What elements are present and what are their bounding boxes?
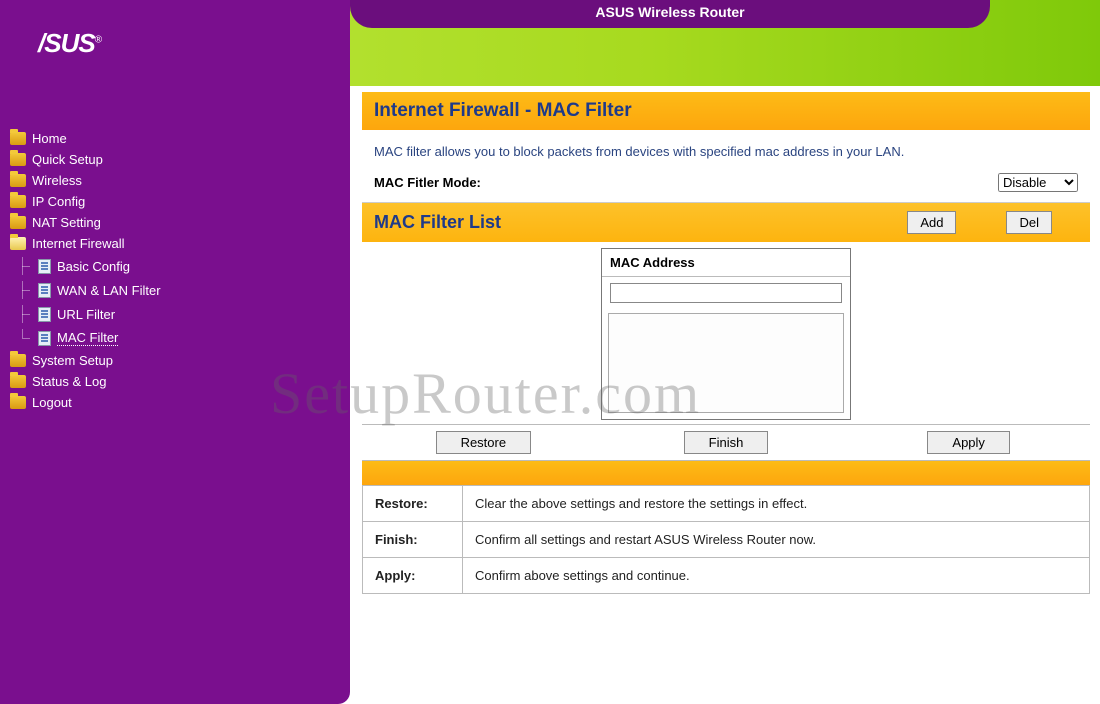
help-key: Finish: bbox=[363, 522, 463, 558]
nav-label: Internet Firewall bbox=[32, 236, 124, 251]
mac-filter-mode-row: MAC Fitler Mode: DisableEnable bbox=[362, 167, 1090, 203]
nav-label: IP Config bbox=[32, 194, 85, 209]
nav-label: MAC Filter bbox=[57, 330, 118, 346]
folder-open-icon bbox=[10, 237, 26, 250]
action-button-row: Restore Finish Apply bbox=[362, 424, 1090, 461]
folder-icon bbox=[10, 396, 26, 409]
nav-quick-setup[interactable]: Quick Setup bbox=[8, 149, 342, 170]
folder-icon bbox=[10, 375, 26, 388]
page-description: MAC filter allows you to block packets f… bbox=[362, 130, 1090, 167]
nav-label: Quick Setup bbox=[32, 152, 103, 167]
folder-icon bbox=[10, 354, 26, 367]
tree-line bbox=[14, 305, 32, 323]
folder-icon bbox=[10, 216, 26, 229]
help-value: Confirm all settings and restart ASUS Wi… bbox=[463, 522, 1090, 558]
folder-icon bbox=[10, 132, 26, 145]
document-icon bbox=[38, 259, 51, 274]
nav-nat-setting[interactable]: NAT Setting bbox=[8, 212, 342, 233]
nav-status-log[interactable]: Status & Log bbox=[8, 371, 342, 392]
help-key: Restore: bbox=[363, 486, 463, 522]
mode-label: MAC Fitler Mode: bbox=[374, 175, 481, 190]
help-row-finish: Finish: Confirm all settings and restart… bbox=[363, 522, 1090, 558]
nav-ip-config[interactable]: IP Config bbox=[8, 191, 342, 212]
document-icon bbox=[38, 307, 51, 322]
nav-home[interactable]: Home bbox=[8, 128, 342, 149]
orange-divider bbox=[362, 461, 1090, 485]
nav-label: Status & Log bbox=[32, 374, 106, 389]
nav-label: URL Filter bbox=[57, 307, 115, 322]
nav-label: Basic Config bbox=[57, 259, 130, 274]
nav-label: NAT Setting bbox=[32, 215, 101, 230]
folder-icon bbox=[10, 153, 26, 166]
main-pane: Internet Firewall - MAC Filter MAC filte… bbox=[350, 0, 1100, 704]
del-button[interactable]: Del bbox=[1006, 211, 1052, 234]
page-title: Internet Firewall - MAC Filter bbox=[374, 100, 1078, 122]
nav-basic-config[interactable]: Basic Config bbox=[8, 254, 342, 278]
folder-icon bbox=[10, 195, 26, 208]
tree-line bbox=[14, 329, 32, 347]
mac-address-input[interactable] bbox=[610, 283, 842, 303]
help-row-restore: Restore: Clear the above settings and re… bbox=[363, 486, 1090, 522]
nav-url-filter[interactable]: URL Filter bbox=[8, 302, 342, 326]
help-row-apply: Apply: Confirm above settings and contin… bbox=[363, 558, 1090, 594]
document-icon bbox=[38, 283, 51, 298]
tree-line bbox=[14, 257, 32, 275]
nav-mac-filter[interactable]: MAC Filter bbox=[8, 326, 342, 350]
nav-wireless[interactable]: Wireless bbox=[8, 170, 342, 191]
mac-address-listbox[interactable] bbox=[608, 313, 844, 413]
section-title: MAC Filter List bbox=[374, 212, 897, 233]
content: Internet Firewall - MAC Filter MAC filte… bbox=[350, 92, 1100, 594]
nav-label: System Setup bbox=[32, 353, 113, 368]
nav-label: Wireless bbox=[32, 173, 82, 188]
apply-button[interactable]: Apply bbox=[927, 431, 1010, 454]
nav-label: Home bbox=[32, 131, 67, 146]
help-table: Restore: Clear the above settings and re… bbox=[362, 485, 1090, 594]
mac-address-box: MAC Address bbox=[601, 248, 851, 420]
mac-filter-list-bar: MAC Filter List Add Del bbox=[362, 203, 1090, 242]
help-key: Apply: bbox=[363, 558, 463, 594]
document-icon bbox=[38, 331, 51, 346]
nav-tree: Home Quick Setup Wireless IP Config NAT … bbox=[8, 128, 342, 413]
folder-icon bbox=[10, 174, 26, 187]
help-value: Confirm above settings and continue. bbox=[463, 558, 1090, 594]
page-title-bar: Internet Firewall - MAC Filter bbox=[362, 92, 1090, 130]
sidebar: /SUS® Home Quick Setup Wireless IP Confi… bbox=[0, 0, 350, 704]
tree-line bbox=[14, 281, 32, 299]
mac-filter-mode-select[interactable]: DisableEnable bbox=[998, 173, 1078, 192]
mac-filter-list-area: MAC Address bbox=[362, 242, 1090, 424]
nav-logout[interactable]: Logout bbox=[8, 392, 342, 413]
nav-internet-firewall[interactable]: Internet Firewall bbox=[8, 233, 342, 254]
nav-label: Logout bbox=[32, 395, 72, 410]
restore-button[interactable]: Restore bbox=[436, 431, 532, 454]
mac-address-header: MAC Address bbox=[602, 249, 850, 277]
nav-wan-lan-filter[interactable]: WAN & LAN Filter bbox=[8, 278, 342, 302]
nav-label: WAN & LAN Filter bbox=[57, 283, 161, 298]
nav-system-setup[interactable]: System Setup bbox=[8, 350, 342, 371]
top-banner: ASUS Wireless Router bbox=[350, 0, 990, 28]
help-value: Clear the above settings and restore the… bbox=[463, 486, 1090, 522]
banner-title: ASUS Wireless Router bbox=[595, 4, 744, 20]
finish-button[interactable]: Finish bbox=[684, 431, 769, 454]
asus-logo: /SUS® bbox=[38, 28, 101, 59]
add-button[interactable]: Add bbox=[907, 211, 956, 234]
